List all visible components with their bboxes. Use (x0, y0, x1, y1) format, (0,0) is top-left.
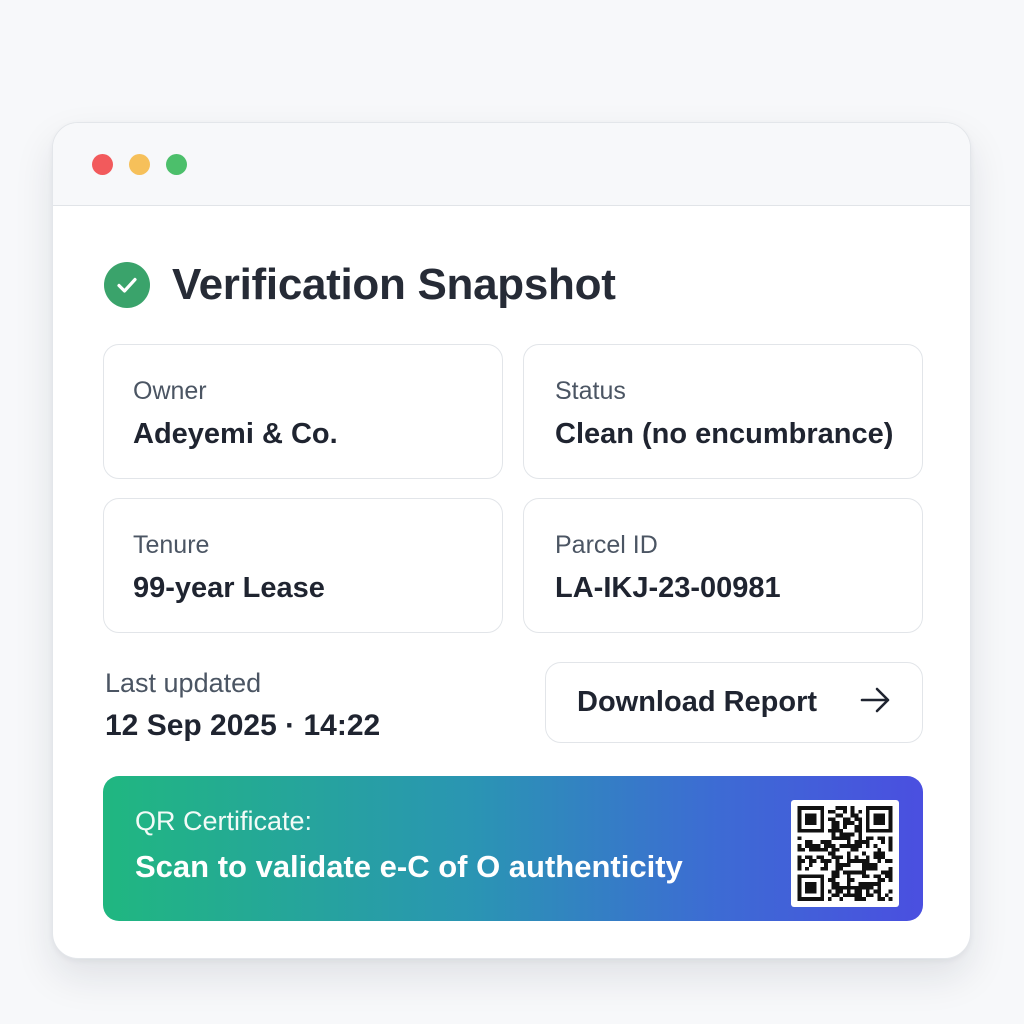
last-updated-label: Last updated (105, 668, 262, 698)
last-updated: Last updated 12 Sep 2025 · 14:22 (105, 668, 380, 743)
tenure-value: 99-year Lease (133, 572, 325, 604)
status-value: Clean (no encumbrance) (555, 418, 894, 450)
tenure-label: Tenure (133, 531, 210, 559)
download-report-label: Download Report (577, 686, 818, 718)
title-bar (53, 123, 970, 206)
parcel-id-card: Parcel ID LA-IKJ-23-00981 (523, 498, 923, 633)
download-report-button[interactable]: Download Report (545, 662, 923, 743)
last-updated-value: 12 Sep 2025 · 14:22 (105, 709, 381, 742)
owner-value: Adeyemi & Co. (133, 418, 338, 450)
tenure-card: Tenure 99-year Lease (103, 498, 503, 633)
app-window: Verification Snapshot Owner Adeyemi & Co… (52, 122, 971, 959)
arrow-right-icon (860, 686, 892, 719)
qr-code-icon[interactable] (791, 800, 899, 907)
parcel-id-label: Parcel ID (555, 531, 658, 559)
qr-certificate-banner: QR Certificate: Scan to validate e-C of … (103, 776, 923, 921)
status-label: Status (555, 377, 626, 405)
page-title: Verification Snapshot (172, 260, 616, 309)
close-window-button[interactable] (92, 153, 113, 175)
parcel-id-value: LA-IKJ-23-00981 (555, 572, 781, 604)
status-card: Status Clean (no encumbrance) (523, 344, 923, 479)
owner-label: Owner (133, 377, 207, 405)
maximize-window-button[interactable] (166, 153, 187, 175)
page-header: Verification Snapshot (104, 260, 616, 310)
minimize-window-button[interactable] (129, 153, 150, 175)
owner-card: Owner Adeyemi & Co. (103, 344, 503, 479)
check-circle-icon (104, 262, 150, 308)
